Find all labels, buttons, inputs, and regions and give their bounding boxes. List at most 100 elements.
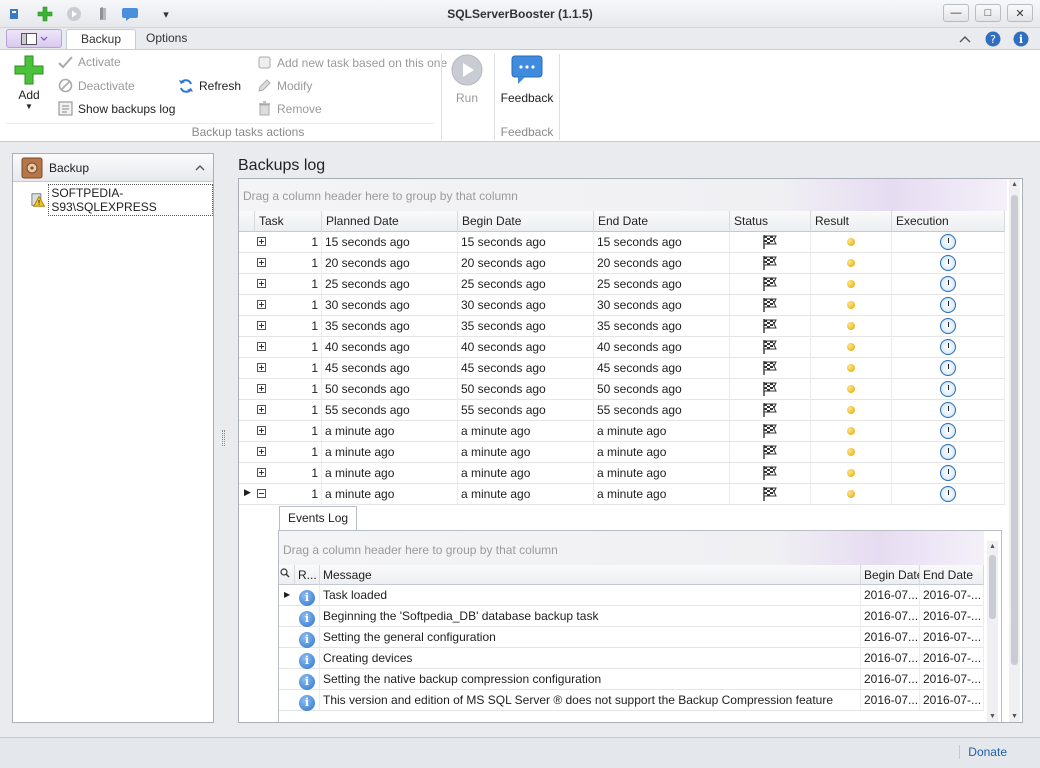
tab-options[interactable]: Options xyxy=(132,29,201,50)
add-based-button[interactable]: Add new task based on this one xyxy=(257,55,447,70)
checkered-flag-icon xyxy=(761,487,779,505)
table-row[interactable]: 1 50 seconds ago 50 seconds ago 50 seconds … xyxy=(239,379,1005,400)
scroll-up-arrow[interactable]: ▲ xyxy=(1011,181,1018,188)
column-header-event-begin[interactable]: Begin Date xyxy=(861,565,920,585)
expand-row-icon[interactable] xyxy=(257,426,266,435)
cell-planned-date: a minute ago xyxy=(322,442,458,463)
column-header-message[interactable]: Message xyxy=(320,565,861,585)
cell-execution xyxy=(892,253,1005,274)
info-icon: i xyxy=(299,695,315,711)
clock-icon xyxy=(940,444,956,460)
table-row[interactable]: 1 45 seconds ago 45 seconds ago 45 seconds … xyxy=(239,358,1005,379)
collapse-ribbon-icon[interactable] xyxy=(956,30,974,48)
column-header-end-date[interactable]: End Date xyxy=(594,211,730,232)
column-header-task[interactable]: Task xyxy=(255,211,322,232)
tab-events-log[interactable]: Events Log xyxy=(279,506,358,530)
table-row[interactable]: 1 25 seconds ago 25 seconds ago 25 seconds … xyxy=(239,274,1005,295)
show-backups-log-button[interactable]: Show backups log xyxy=(58,101,175,116)
chevron-up-icon[interactable] xyxy=(195,164,205,171)
donate-link[interactable]: Donate xyxy=(959,745,1007,759)
events-scroll-up-arrow[interactable]: ▲ xyxy=(989,543,996,550)
panel-icon xyxy=(20,32,37,45)
maximize-button[interactable]: □ xyxy=(975,4,1001,22)
column-header-event-end[interactable]: End Date xyxy=(920,565,984,585)
column-header-execution[interactable]: Execution xyxy=(892,211,1005,232)
column-header-result[interactable]: Result xyxy=(811,211,892,232)
table-row[interactable]: 1a minute ago a minute ago a minute ago xyxy=(239,463,1005,484)
expand-row-icon[interactable] xyxy=(257,300,266,309)
cell-begin-date: 35 seconds ago xyxy=(458,316,594,337)
cell-event-end: 2016-07-... xyxy=(920,648,984,669)
group-by-panel[interactable]: Drag a column header here to group by th… xyxy=(239,179,1007,211)
table-row[interactable]: 1 40 seconds ago 40 seconds ago 40 seconds … xyxy=(239,337,1005,358)
add-button[interactable]: Add ▼ xyxy=(12,54,46,111)
table-row[interactable]: 1 55 seconds ago 55 seconds ago 55 seconds … xyxy=(239,400,1005,421)
checkered-flag-icon xyxy=(761,361,779,379)
list-item[interactable]: i This version and edition of MS SQL Serv… xyxy=(279,690,984,711)
tree-item-server[interactable]: SOFTPEDIA-S93\SQLEXPRESS xyxy=(31,184,213,216)
help-icon[interactable]: ? xyxy=(984,30,1002,48)
table-row[interactable]: 1 35 seconds ago 35 seconds ago 35 seconds … xyxy=(239,316,1005,337)
cell-planned-date: 20 seconds ago xyxy=(322,253,458,274)
table-row[interactable]: 1 30 seconds ago 30 seconds ago 30 seconds … xyxy=(239,295,1005,316)
list-item[interactable]: i Beginning the 'Softpedia_DB' database b… xyxy=(279,606,984,627)
app-menu-button[interactable] xyxy=(6,29,62,48)
expand-row-icon[interactable] xyxy=(257,468,266,477)
list-item[interactable]: i Creating devices 2016-07... 2016-07-... xyxy=(279,648,984,669)
expand-row-icon[interactable] xyxy=(257,258,266,267)
list-item[interactable]: i Setting the general configuration 2016-0… xyxy=(279,627,984,648)
expand-row-icon[interactable] xyxy=(257,342,266,351)
events-scrollbar[interactable]: ▲ ▼ xyxy=(987,541,998,722)
expand-row-icon[interactable] xyxy=(257,321,266,330)
column-header-planned-date[interactable]: Planned Date xyxy=(322,211,458,232)
cell-event-begin: 2016-07... xyxy=(861,669,920,690)
expand-row-icon[interactable] xyxy=(257,279,266,288)
expand-row-icon[interactable] xyxy=(257,384,266,393)
table-row[interactable]: 1 15 seconds ago 15 seconds ago 15 seconds … xyxy=(239,232,1005,253)
panel-splitter-handle[interactable] xyxy=(222,430,225,446)
column-header-result-short[interactable]: R... xyxy=(295,565,320,585)
grid-scrollbar[interactable]: ▲ ▼ xyxy=(1009,179,1020,722)
expand-row-icon[interactable] xyxy=(257,237,266,246)
close-button[interactable]: ✕ xyxy=(1007,4,1033,22)
expand-row-icon[interactable] xyxy=(257,405,266,414)
run-button[interactable]: Run xyxy=(451,54,483,105)
cell-result xyxy=(811,421,892,442)
table-row[interactable]: 1 20 seconds ago 20 seconds ago 20 seconds … xyxy=(239,253,1005,274)
cell-event-end: 2016-07-... xyxy=(920,585,984,606)
collapse-row-icon[interactable] xyxy=(257,489,266,498)
column-header-begin-date[interactable]: Begin Date xyxy=(458,211,594,232)
activate-button[interactable]: Activate xyxy=(58,55,121,69)
events-scrollbar-thumb[interactable] xyxy=(989,555,996,619)
cell-task: 1 xyxy=(269,484,322,505)
table-row[interactable]: ▶ 1 a minute ago a minute ago a minute ago xyxy=(239,484,1005,505)
expand-row-icon[interactable] xyxy=(257,363,266,372)
refresh-button[interactable]: Refresh xyxy=(178,78,241,94)
tab-backup[interactable]: Backup xyxy=(66,29,137,50)
cell-execution xyxy=(892,463,1005,484)
column-header-status[interactable]: Status xyxy=(730,211,811,232)
events-search-icon[interactable] xyxy=(279,565,295,585)
events-scroll-down-arrow[interactable]: ▼ xyxy=(989,713,996,720)
cell-event-begin: 2016-07... xyxy=(861,606,920,627)
cell-task: 1 xyxy=(269,295,322,316)
remove-button[interactable]: Remove xyxy=(257,101,322,116)
minimize-button[interactable]: — xyxy=(943,4,969,22)
expand-row-icon[interactable] xyxy=(257,447,266,456)
list-item[interactable]: ▶ i Task loaded 2016-07... 2016-07-... xyxy=(279,585,984,606)
about-icon[interactable]: i xyxy=(1012,30,1030,48)
clock-icon xyxy=(940,339,956,355)
events-group-by-panel[interactable]: Drag a column header here to group by th… xyxy=(279,531,984,565)
table-row[interactable]: 1a minute ago a minute ago a minute ago xyxy=(239,442,1005,463)
checkered-flag-icon xyxy=(761,382,779,400)
scroll-down-arrow[interactable]: ▼ xyxy=(1011,713,1018,720)
modify-button[interactable]: Modify xyxy=(257,78,312,93)
cell-message: This version and edition of MS SQL Serve… xyxy=(320,690,861,711)
nav-header-backup[interactable]: Backup xyxy=(13,154,213,182)
table-row[interactable]: 1a minute ago a minute ago a minute ago xyxy=(239,421,1005,442)
feedback-button[interactable]: Feedback xyxy=(501,54,553,105)
deactivate-button[interactable]: Deactivate xyxy=(58,78,135,93)
grid-scrollbar-thumb[interactable] xyxy=(1011,195,1018,665)
cell-event-end: 2016-07-... xyxy=(920,669,984,690)
list-item[interactable]: i Setting the native backup compression c… xyxy=(279,669,984,690)
